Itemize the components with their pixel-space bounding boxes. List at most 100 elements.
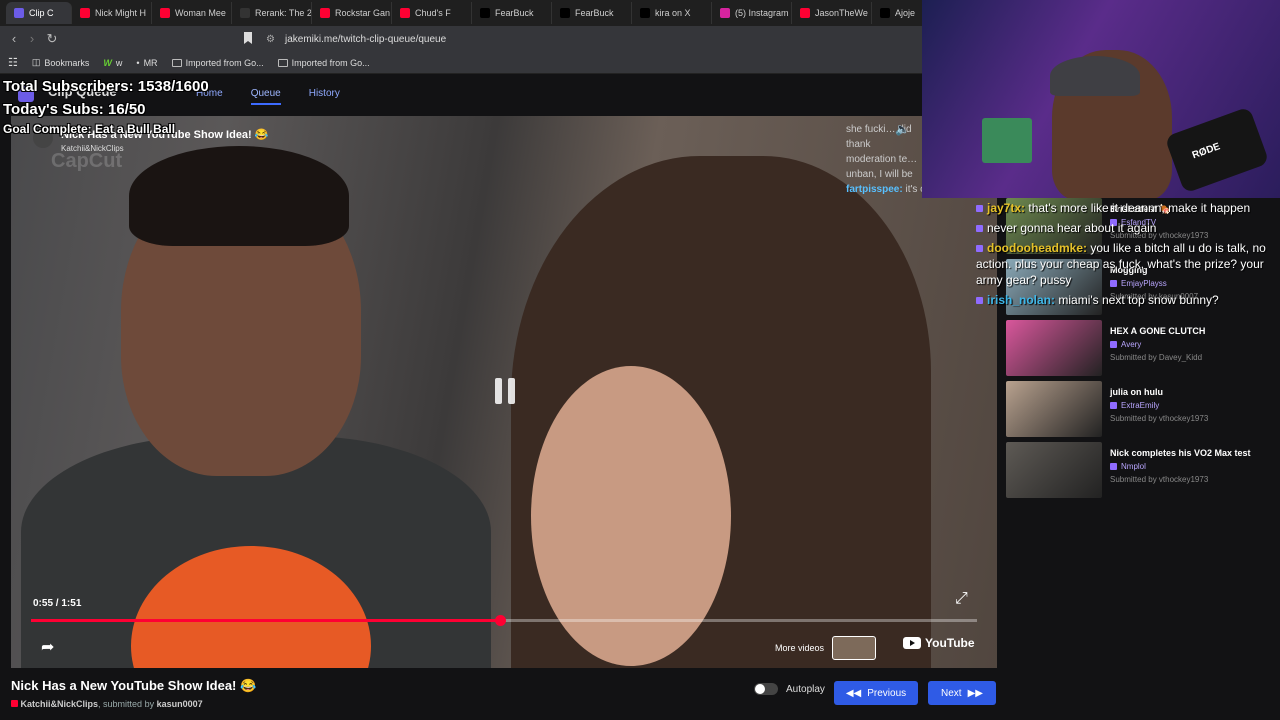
- back-icon[interactable]: ‹: [4, 31, 24, 46]
- queue-item-title: Nick completes his VO2 Max test: [1110, 448, 1251, 458]
- tab-label: Nick Might H: [95, 8, 147, 18]
- tab-label: (5) Instagram: [735, 8, 789, 18]
- twitch-icon: [1110, 402, 1117, 409]
- more-videos-button[interactable]: More videos: [775, 636, 877, 660]
- w-logo-icon: W: [103, 57, 112, 68]
- browser-tab[interactable]: FearBuck: [472, 2, 552, 24]
- bookmark-folder-1[interactable]: Imported from Go...: [171, 58, 264, 68]
- app-nav-links: Home Queue History: [196, 88, 340, 105]
- browser-tab[interactable]: Chud's F: [392, 2, 472, 24]
- next-icon: ▶▶: [967, 687, 983, 699]
- tab-favicon-icon: [800, 8, 810, 18]
- browser-tab[interactable]: Woman Mee: [152, 2, 232, 24]
- subs-today-overlay: Today's Subs: 16/50: [3, 101, 146, 118]
- twitch-chat-overlay: jay7tx: that's more like it deannn, make…: [976, 200, 1266, 312]
- video-player[interactable]: Nick Has a New YouTube Show Idea! 😂 Katc…: [11, 116, 997, 668]
- tab-favicon-icon: [160, 8, 170, 18]
- twitch-chat-message: jay7tx: that's more like it deannn, make…: [976, 200, 1266, 216]
- tab-label: FearBuck: [575, 8, 614, 18]
- clip-submitter: kasun0007: [156, 699, 203, 709]
- queue-item-channel: Avery: [1110, 340, 1141, 349]
- channel-platform-icon: [11, 700, 18, 707]
- video-chat-text: moderation te…: [846, 154, 918, 165]
- folder-icon: [171, 58, 182, 67]
- nav-history[interactable]: History: [309, 88, 340, 105]
- twitch-icon: [1110, 341, 1117, 348]
- bookmark-folder-2[interactable]: Imported from Go...: [277, 58, 370, 68]
- nav-queue[interactable]: Queue: [250, 88, 281, 105]
- browser-tab[interactable]: Rockstar Gan: [312, 2, 392, 24]
- video-chat-user: fartpisspee:: [846, 184, 903, 195]
- autoplay-switch[interactable]: [754, 683, 778, 695]
- forward-icon[interactable]: ›: [22, 31, 42, 46]
- chat-badge-icon: [976, 205, 983, 212]
- queue-item[interactable]: Nick completes his VO2 Max test Nmplol Sub…: [1006, 442, 1268, 500]
- tab-label: Rerank: The 2: [255, 8, 312, 18]
- youtube-icon: [903, 637, 921, 649]
- fullscreen-icon[interactable]: ⤢: [955, 590, 968, 608]
- youtube-link[interactable]: YouTube: [903, 636, 975, 650]
- mr-icon: •: [136, 57, 140, 68]
- browser-tab[interactable]: Clip C: [6, 2, 72, 24]
- bookmark-star-icon[interactable]: [244, 32, 252, 44]
- tab-favicon-icon: [640, 8, 650, 18]
- chat-badge-icon: [976, 225, 983, 232]
- tab-favicon-icon: [880, 8, 890, 18]
- share-icon[interactable]: ➦: [41, 637, 54, 657]
- queue-item-channel: ExtraEmily: [1110, 401, 1159, 410]
- tab-favicon-icon: [240, 8, 250, 18]
- tab-favicon-icon: [14, 8, 24, 18]
- bookmark-w[interactable]: Ww: [103, 58, 122, 68]
- bookmark-bookmarks[interactable]: ◫ Bookmarks: [32, 57, 90, 68]
- mute-icon[interactable]: 🔈: [895, 122, 910, 136]
- twitch-chat-text: miami's next top snow bunny?: [1058, 293, 1219, 307]
- twitch-chat-message: irish_nolan: miami's next top snow bunny…: [976, 292, 1266, 308]
- queue-item-submitter: Submitted by vthockey1973: [1110, 414, 1209, 423]
- twitch-chat-message: never gonna hear about it again: [976, 220, 1266, 236]
- video-progress-fill: [31, 619, 500, 622]
- twitch-icon: [1110, 463, 1117, 470]
- twitch-chat-user: irish_nolan:: [987, 293, 1056, 307]
- clip-channel[interactable]: Katchii&NickClips: [21, 699, 99, 709]
- browser-tab[interactable]: Nick Might H: [72, 2, 152, 24]
- url-text[interactable]: jakemiki.me/twitch-clip-queue/queue: [285, 34, 446, 45]
- queue-item[interactable]: julia on hulu ExtraEmily Submitted by vtho…: [1006, 381, 1268, 439]
- video-chat-text: thank: [846, 139, 871, 150]
- webcam-shelf: [982, 118, 1032, 163]
- video-progress-bar[interactable]: [31, 615, 977, 626]
- bookmark-mr[interactable]: • MR: [136, 58, 157, 68]
- browser-tab[interactable]: kira on X: [632, 2, 712, 24]
- next-button[interactable]: Next ▶▶: [928, 681, 996, 705]
- browser-tab[interactable]: FearBuck: [552, 2, 632, 24]
- queue-item[interactable]: HEX A GONE CLUTCH Avery Submitted by Davey…: [1006, 320, 1268, 378]
- twitch-chat-text: never gonna hear about it again: [987, 221, 1157, 235]
- queue-item-channel: Nmplol: [1110, 462, 1146, 471]
- video-timecode: 0:55 / 1:51: [33, 598, 82, 609]
- video-scrubber-knob[interactable]: [494, 615, 506, 626]
- reload-icon[interactable]: ↻: [42, 31, 62, 47]
- tab-favicon-icon: [80, 8, 90, 18]
- video-chat-text: unban, I will be: [846, 169, 913, 180]
- chat-badge-icon: [976, 245, 983, 252]
- twitch-chat-message: doodooheadmke: you like a bitch all u do…: [976, 240, 1266, 288]
- site-info-icon[interactable]: ⚙: [266, 34, 275, 45]
- autoplay-toggle[interactable]: Autoplay: [754, 683, 825, 695]
- tab-label: Woman Mee: [175, 8, 226, 18]
- previous-button[interactable]: ◀◀ Previous: [834, 681, 918, 705]
- browser-tab[interactable]: Rerank: The 2: [232, 2, 312, 24]
- apps-grid-icon[interactable]: ☷: [8, 56, 18, 69]
- tab-favicon-icon: [480, 8, 490, 18]
- browser-tab[interactable]: JasonTheWe: [792, 2, 872, 24]
- webcam-microphone: RØDE: [1164, 106, 1270, 194]
- tab-label: Chud's F: [415, 8, 451, 18]
- queue-thumbnail: [1006, 381, 1102, 437]
- goal-overlay: Goal Complete: Eat a Bull Ball: [3, 122, 176, 136]
- queue-item-submitter: Submitted by vthockey1973: [1110, 475, 1209, 484]
- bookmarks-icon: ◫: [31, 57, 41, 67]
- pause-icon[interactable]: [495, 378, 517, 404]
- browser-tab[interactable]: (5) Instagram: [712, 2, 792, 24]
- more-videos-thumbnail: [832, 636, 877, 660]
- screen: Clip C Nick Might H Woman Mee Rerank: The 2…: [0, 0, 1280, 720]
- tab-label: kira on X: [655, 8, 691, 18]
- tab-favicon-icon: [560, 8, 570, 18]
